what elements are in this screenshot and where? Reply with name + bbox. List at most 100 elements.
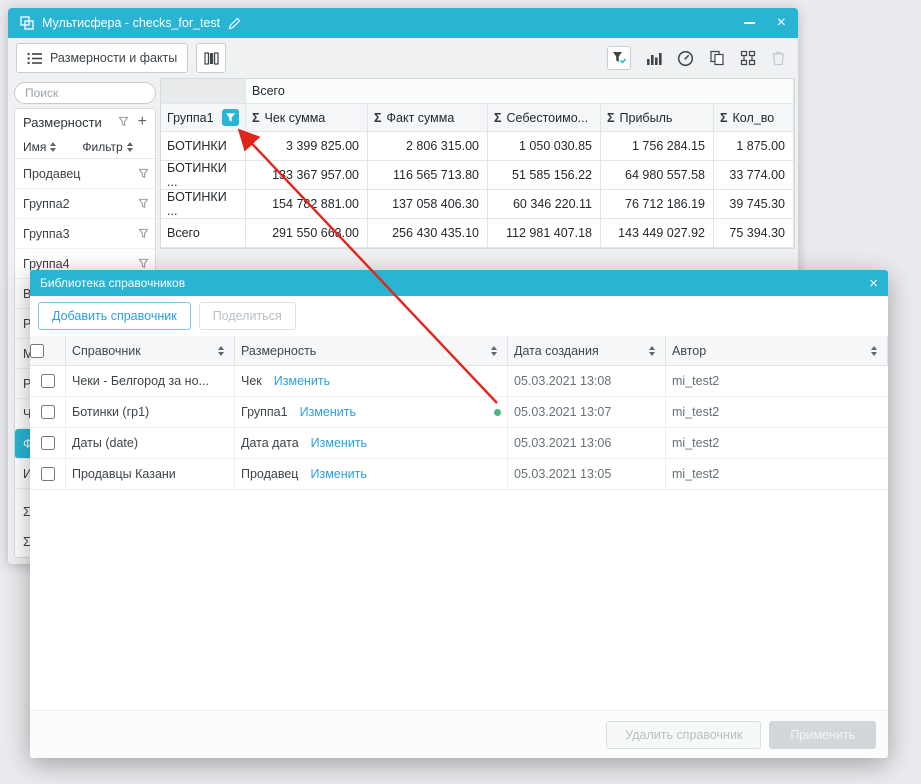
edit-title-icon[interactable] <box>228 17 241 30</box>
pivot-column-header[interactable]: ΣЧек сумма <box>246 104 368 132</box>
name-column-header[interactable]: Имя <box>23 140 56 154</box>
pivot-cell[interactable]: 39 745.30 <box>714 190 794 219</box>
dimensions-facts-button[interactable]: Размерности и факты <box>16 43 188 73</box>
layout-grid-icon[interactable] <box>740 50 756 66</box>
header-dictionary[interactable]: Справочник <box>66 336 235 365</box>
pivot-total-cell[interactable]: 143 449 027.92 <box>601 219 714 248</box>
columns-icon <box>204 51 219 66</box>
app-icon <box>20 16 34 30</box>
library-dialog: Библиотека справочников × Добавить справ… <box>30 270 888 758</box>
pivot-cell[interactable]: 137 058 406.30 <box>368 190 488 219</box>
pivot-row-dimension-header[interactable]: Группа1 <box>161 104 246 132</box>
pivot-column-header[interactable]: ΣФакт сумма <box>368 104 488 132</box>
dimensions-panel-header: Размерности + <box>15 109 155 135</box>
search-input[interactable] <box>25 86 145 100</box>
sort-icon[interactable] <box>871 346 877 356</box>
author-cell: mi_test2 <box>666 366 888 396</box>
pivot-column-header[interactable]: ΣПрибыль <box>601 104 714 132</box>
pivot-cell[interactable]: 133 367 957.00 <box>246 161 368 190</box>
export-icon[interactable] <box>709 50 725 66</box>
pivot-cell[interactable]: 3 399 825.00 <box>246 132 368 161</box>
gauge-icon[interactable] <box>677 50 694 67</box>
row-checkbox-cell[interactable] <box>30 397 66 427</box>
pivot-cell[interactable]: 1 756 284.15 <box>601 132 714 161</box>
pivot-row-label[interactable]: БОТИНКИ <box>161 132 246 161</box>
edit-link[interactable]: Изменить <box>311 436 367 450</box>
dictionary-name-cell: Продавцы Казани <box>66 459 235 489</box>
pivot-total-cell[interactable]: 291 550 663.00 <box>246 219 368 248</box>
pivot-cell[interactable]: 1 050 030.85 <box>488 132 601 161</box>
header-dimension[interactable]: Размерность <box>235 336 508 365</box>
dimensions-filter-icon[interactable] <box>118 115 129 130</box>
pivot-total-row-label[interactable]: Всего <box>161 219 246 248</box>
pivot-cell[interactable]: 116 565 713.80 <box>368 161 488 190</box>
dimension-label: Дата дата <box>241 436 299 450</box>
filter-icon[interactable] <box>138 168 149 179</box>
select-all-checkbox[interactable] <box>30 344 44 358</box>
select-all-checkbox-cell[interactable] <box>30 336 66 365</box>
edit-link[interactable]: Изменить <box>274 374 330 388</box>
row-checkbox[interactable] <box>41 467 55 481</box>
pivot-cell[interactable]: 51 585 156.22 <box>488 161 601 190</box>
sidebar-item-prodavec[interactable]: Продавец <box>15 159 155 189</box>
pivot-cell[interactable]: 33 774.00 <box>714 161 794 190</box>
created-cell: 05.03.2021 13:06 <box>508 428 666 458</box>
pivot-column-header[interactable]: ΣКол_во <box>714 104 794 132</box>
desktop: Мультисфера - checks_for_test × Размерно… <box>0 0 921 784</box>
filter-icon[interactable] <box>138 258 149 269</box>
row-checkbox-cell[interactable] <box>30 366 66 396</box>
sort-icon[interactable] <box>491 346 497 356</box>
sidebar-item-gruppa2[interactable]: Группа2 <box>15 189 155 219</box>
toolbar-right-icons <box>607 46 790 70</box>
pivot-total-cell[interactable]: 112 981 407.18 <box>488 219 601 248</box>
row-checkbox[interactable] <box>41 374 55 388</box>
pivot-cell[interactable]: 76 712 186.19 <box>601 190 714 219</box>
pivot-row-label[interactable]: БОТИНКИ ... <box>161 190 246 219</box>
dimension-cell: Продавец Изменить <box>235 459 508 489</box>
filter-icon[interactable] <box>138 228 149 239</box>
pivot-column-header[interactable]: ΣСебестоимо... <box>488 104 601 132</box>
sort-icon[interactable] <box>649 346 655 356</box>
sort-icon[interactable] <box>50 142 56 152</box>
apply-button: Применить <box>769 721 876 749</box>
add-dictionary-button[interactable]: Добавить справочник <box>38 302 191 330</box>
author-cell: mi_test2 <box>666 428 888 458</box>
pivot-cell[interactable]: 2 806 315.00 <box>368 132 488 161</box>
row-checkbox[interactable] <box>41 436 55 450</box>
pivot-total-cell[interactable]: 256 430 435.10 <box>368 219 488 248</box>
sidebar-item-gruppa3[interactable]: Группа3 <box>15 219 155 249</box>
sort-icon[interactable] <box>218 346 224 356</box>
header-created[interactable]: Дата создания <box>508 336 666 365</box>
filter-active-icon[interactable] <box>222 109 239 126</box>
close-button[interactable]: × <box>777 15 786 31</box>
sort-icon[interactable] <box>127 142 133 152</box>
author-cell: mi_test2 <box>666 397 888 427</box>
row-checkbox-cell[interactable] <box>30 459 66 489</box>
filter-column-header[interactable]: Фильтр <box>82 140 132 154</box>
dimension-cell: Группа1 Изменить <box>235 397 508 427</box>
filter-icon[interactable] <box>138 198 149 209</box>
edit-link[interactable]: Изменить <box>310 467 366 481</box>
row-checkbox[interactable] <box>41 405 55 419</box>
bar-chart-icon[interactable] <box>646 50 662 66</box>
minimize-button[interactable] <box>744 22 755 24</box>
active-dictionary-indicator <box>494 409 501 416</box>
filter-check-icon[interactable] <box>607 46 631 70</box>
columns-view-button[interactable] <box>196 43 226 73</box>
dialog-title: Библиотека справочников <box>40 276 185 290</box>
search-box[interactable] <box>14 82 156 104</box>
pivot-cell[interactable]: 60 346 220.11 <box>488 190 601 219</box>
share-button: Поделиться <box>199 302 296 330</box>
pivot-cell[interactable]: 64 980 557.58 <box>601 161 714 190</box>
pivot-cell[interactable]: 154 782 881.00 <box>246 190 368 219</box>
dictionary-name-cell: Даты (date) <box>66 428 235 458</box>
pivot-row-label[interactable]: БОТИНКИ ... <box>161 161 246 190</box>
pivot-total-cell[interactable]: 75 394.30 <box>714 219 794 248</box>
header-author[interactable]: Автор <box>666 336 888 365</box>
main-titlebar: Мультисфера - checks_for_test × <box>8 8 798 38</box>
dialog-close-icon[interactable]: × <box>869 276 878 291</box>
add-dimension-icon[interactable]: + <box>138 114 147 130</box>
pivot-cell[interactable]: 1 875.00 <box>714 132 794 161</box>
row-checkbox-cell[interactable] <box>30 428 66 458</box>
edit-link[interactable]: Изменить <box>300 405 356 419</box>
